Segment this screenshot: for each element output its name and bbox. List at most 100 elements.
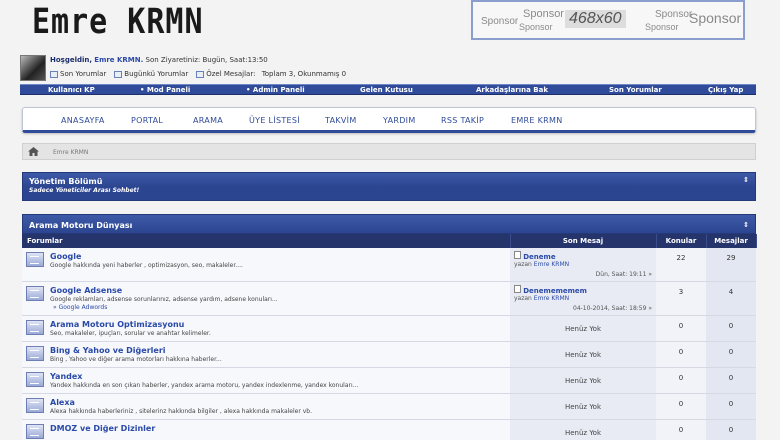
last-post-cell: Denemememem yazan Emre KRMN 04-10-2014, … [510,281,656,316]
nav-recent-comments[interactable]: Son Yorumlar [609,86,662,94]
topic-count: 0 [656,419,706,440]
forum-icon-cell [22,419,48,440]
table-row: Arama Motoru Optimizasyonu Seo, makalele… [22,315,756,342]
col-last-post: Son Mesaj [510,234,657,248]
last-post-author: yazan Emre KRMN [514,261,652,268]
posts-icon [50,70,58,78]
user-nav-bar: Kullanıcı KP • Mod Paneli • Admin Paneli… [20,84,756,95]
sponsor-text: Sponsor [481,16,519,27]
no-posts-label: Henüz Yok [564,429,602,437]
sponsor-text: Sponsor [523,8,564,20]
topic-count: 0 [656,341,706,368]
forum-icon-cell [22,367,48,394]
forum-title[interactable]: Bing & Yahoo ve Diğerleri [50,346,510,355]
author-link[interactable]: Emre KRMN [534,261,569,268]
private-messages-link[interactable]: Özel Mesajlar: Toplam 3, Okunmamış 0 [196,70,346,78]
welcome-label: Hoşgeldin, [50,56,93,64]
breadcrumb-item[interactable]: Emre KRMN [53,149,88,156]
sponsor-text: Sponsor [655,9,693,20]
forum-icon-cell [22,393,48,420]
quick-links: Son Yorumlar Bugünkü Yorumlar Özel Mesaj… [50,70,346,78]
section-title[interactable]: Yönetim Bölümü [29,177,102,186]
section-header: Yönetim Bölümü ⇕ [22,172,756,187]
nav-inbox[interactable]: Gelen Kutusu [360,86,413,94]
last-post-date: Dün, Saat: 19:11 » [595,271,652,278]
post-count: 0 [706,393,756,420]
table-row: Alexa Alexa hakkında haberleriniz , site… [22,393,756,420]
sponsor-banner[interactable]: Sponsor Sponsor Sponsor 468x60 Sponsor S… [471,0,745,40]
forum-description: Seo, makaleler, ipuçları, sorular ve ana… [50,330,211,337]
forum-title[interactable]: Alexa [50,398,510,407]
post-icon [514,251,521,259]
forum-title[interactable]: DMOZ ve Diğer Dizinler [50,424,510,433]
menu-calendar[interactable]: TAKVİM [325,116,357,125]
post-count: 4 [706,281,756,316]
forum-title[interactable]: Google Adsense [50,286,510,295]
section-header: Arama Motoru Dünyası ⇕ [22,214,756,234]
nav-admin-panel[interactable]: • Admin Paneli [246,86,305,94]
last-post-cell: Henüz Yok [510,419,656,440]
avatar[interactable] [20,55,46,81]
collapse-icon[interactable]: ⇕ [743,221,749,229]
last-post-cell: Henüz Yok [510,393,656,420]
forum-icon-cell [22,341,48,368]
section-title[interactable]: Arama Motoru Dünyası [29,221,132,230]
menu-home[interactable]: ANASAYFA [61,116,105,125]
no-posts-label: Henüz Yok [564,325,602,333]
last-post-title[interactable]: Denemememem [523,287,587,295]
forum-description: Yandex hakkında en son çıkan haberler, y… [50,382,359,389]
forum-title[interactable]: Arama Motoru Optimizasyonu [50,320,510,329]
last-post-cell: Deneme yazan Emre KRMN Dün, Saat: 19:11 … [510,248,656,282]
author-prefix: yazan [514,295,532,302]
site-logo[interactable]: Emre KRMN [32,2,204,42]
recent-posts-label: Son Yorumlar [60,70,107,78]
todays-posts-link[interactable]: Bugünkü Yorumlar [114,70,188,78]
home-icon[interactable] [28,147,39,156]
menu-profile[interactable]: EMRE KRMN [511,116,563,125]
username-link[interactable]: Emre KRMN. [94,56,143,64]
post-icon [514,285,521,293]
sponsor-text: Sponsor [645,22,679,32]
table-row: DMOZ ve Diğer Dizinler Henüz Yok 0 0 [22,419,756,440]
menu-search[interactable]: ARAMA [193,116,223,125]
no-posts-label: Henüz Yok [564,351,602,359]
author-link[interactable]: Emre KRMN [534,295,569,302]
last-post-cell: Henüz Yok [510,367,656,394]
forum-title[interactable]: Yandex [50,372,510,381]
last-post-title[interactable]: Deneme [523,253,555,261]
recent-posts-link[interactable]: Son Yorumlar [50,70,106,78]
last-post-cell: Henüz Yok [510,315,656,342]
last-visit: Son Ziyaretiniz: Bugün, Saat:13:50 [145,56,268,64]
topic-count: 0 [656,367,706,394]
forum-info-cell: Google Adsense Google reklamları, adsens… [48,281,510,316]
forum-icon-cell [22,281,48,316]
topic-count: 0 [656,315,706,342]
collapse-icon[interactable]: ⇕ [743,176,749,184]
sponsor-text: Sponsor [689,10,742,26]
topic-count: 3 [656,281,706,316]
forum-info-cell: Bing & Yahoo ve Diğerleri Bing , Yahoo v… [48,341,510,368]
nav-friends[interactable]: Arkadaşlarına Bak [476,86,548,94]
forum-title[interactable]: Google [50,252,510,261]
admin-section: Yönetim Bölümü ⇕ Sadece Yöneticiler Aras… [22,172,756,201]
pm-count: Toplam 3, Okunmamış 0 [261,70,347,78]
forum-icon [26,252,44,267]
forum-icon [26,286,44,301]
menu-rss[interactable]: RSS TAKİP [441,116,484,125]
nav-logout[interactable]: Çıkış Yap [708,86,743,94]
post-count: 0 [706,341,756,368]
search-engines-section: Arama Motoru Dünyası ⇕ Forumlar Son Mesa… [22,214,757,440]
menu-members[interactable]: ÜYE LİSTESİ [249,116,300,125]
subforum-link[interactable]: » Google Adwords [50,304,510,311]
post-count: 0 [706,419,756,440]
banner-size-label: 468x60 [565,10,626,28]
no-posts-label: Henüz Yok [564,377,602,385]
nav-user-cp[interactable]: Kullanıcı KP [48,86,95,94]
menu-portal[interactable]: PORTAL [131,116,163,125]
topic-count: 0 [656,393,706,420]
nav-mod-panel[interactable]: • Mod Paneli [140,86,190,94]
breadcrumb: Emre KRMN [22,143,756,160]
table-header-row: Forumlar Son Mesaj Konular Mesajlar [22,234,757,248]
menu-help[interactable]: YARDIM [383,116,416,125]
forum-info-cell: Google Google hakkında yeni haberler , o… [48,248,510,282]
